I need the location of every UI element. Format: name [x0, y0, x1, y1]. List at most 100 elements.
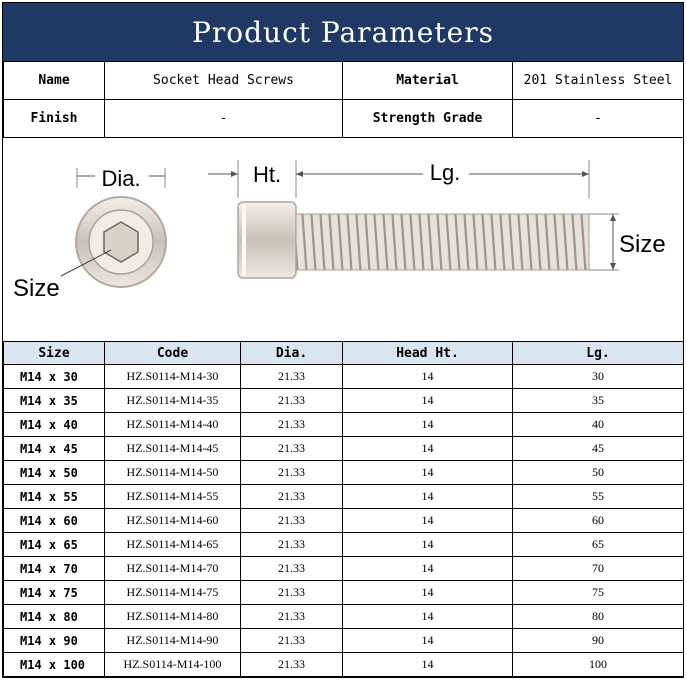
table-row: M14 x 90 HZ.S0114-M14-90 21.33 14 90 [3, 628, 684, 653]
size-cell: M14 x 70 [3, 556, 105, 581]
head-ht-cell: 14 [342, 556, 513, 581]
head-ht-cell: 14 [342, 460, 513, 485]
size-cell: M14 x 80 [3, 604, 105, 629]
head-ht-cell: 14 [342, 484, 513, 509]
lg-cell: 45 [512, 436, 684, 461]
head-ht-cell: 14 [342, 436, 513, 461]
table-row: M14 x 100 HZ.S0114-M14-100 21.33 14 100 [3, 652, 684, 677]
code-cell: HZ.S0114-M14-30 [104, 364, 241, 389]
dia-label: Dia. [101, 166, 140, 191]
lg-cell: 100 [512, 652, 684, 677]
dia-cell: 21.33 [240, 532, 343, 557]
size-cell: M14 x 35 [3, 388, 105, 413]
threaded-shank [295, 213, 590, 271]
code-cell: HZ.S0114-M14-75 [104, 580, 241, 605]
info-table: Name Socket Head Screws Material 201 Sta… [3, 61, 684, 138]
info-row-1: Name Socket Head Screws Material 201 Sta… [3, 61, 684, 100]
head-ht-cell: 14 [342, 532, 513, 557]
size-cell: M14 x 60 [3, 508, 105, 533]
header-head-ht: Head Ht. [342, 341, 513, 365]
lg-cell: 50 [512, 460, 684, 485]
screw-side-view: Ht. Lg. Size [208, 160, 666, 279]
dia-cell: 21.33 [240, 412, 343, 437]
dia-cell: 21.33 [240, 436, 343, 461]
dia-cell: 21.33 [240, 628, 343, 653]
head-ht-cell: 14 [342, 364, 513, 389]
dia-cell: 21.33 [240, 484, 343, 509]
size-cell: M14 x 75 [3, 580, 105, 605]
head-ht-cell: 14 [342, 388, 513, 413]
screw-drawing: Dia. Size Ht. Lg. Size [13, 160, 666, 302]
strength-grade-label: Strength Grade [342, 99, 513, 138]
head-ht-cell: 14 [342, 412, 513, 437]
size-cell: M14 x 55 [3, 484, 105, 509]
lg-label: Lg. [430, 160, 461, 185]
head-ht-cell: 14 [342, 508, 513, 533]
name-label: Name [3, 61, 105, 100]
dia-cell: 21.33 [240, 580, 343, 605]
material-value: 201 Stainless Steel [512, 61, 684, 100]
page-title: Product Parameters [3, 3, 683, 61]
code-cell: HZ.S0114-M14-70 [104, 556, 241, 581]
dia-cell: 21.33 [240, 604, 343, 629]
table-row: M14 x 30 HZ.S0114-M14-30 21.33 14 30 [3, 364, 684, 389]
code-cell: HZ.S0114-M14-80 [104, 604, 241, 629]
lg-cell: 90 [512, 628, 684, 653]
lg-cell: 30 [512, 364, 684, 389]
head-ht-cell: 14 [342, 628, 513, 653]
head-end-view: Dia. Size [13, 166, 167, 302]
lg-cell: 80 [512, 604, 684, 629]
table-body: M14 x 30 HZ.S0114-M14-30 21.33 14 30 M14 x 35… [3, 364, 684, 677]
table-row: M14 x 40 HZ.S0114-M14-40 21.33 14 40 [3, 412, 684, 437]
size-cell: M14 x 45 [3, 436, 105, 461]
code-cell: HZ.S0114-M14-55 [104, 484, 241, 509]
table-row: M14 x 75 HZ.S0114-M14-75 21.33 14 75 [3, 580, 684, 605]
size-cell: M14 x 50 [3, 460, 105, 485]
table-header-row: Size Code Dia. Head Ht. Lg. [3, 341, 684, 365]
lg-cell: 35 [512, 388, 684, 413]
code-cell: HZ.S0114-M14-90 [104, 628, 241, 653]
head-ht-cell: 14 [342, 604, 513, 629]
screw-head [237, 201, 297, 279]
header-lg: Lg. [512, 341, 684, 365]
product-parameters-sheet: Product Parameters Name Socket Head Scre… [2, 2, 684, 678]
header-dia: Dia. [240, 341, 343, 365]
table-row: M14 x 60 HZ.S0114-M14-60 21.33 14 60 [3, 508, 684, 533]
material-label: Material [342, 61, 513, 100]
dia-cell: 21.33 [240, 460, 343, 485]
table-row: M14 x 70 HZ.S0114-M14-70 21.33 14 70 [3, 556, 684, 581]
dia-cell: 21.33 [240, 652, 343, 677]
size-label-right: Size [619, 231, 666, 258]
lg-cell: 60 [512, 508, 684, 533]
code-cell: HZ.S0114-M14-35 [104, 388, 241, 413]
dia-cell: 21.33 [240, 556, 343, 581]
name-value: Socket Head Screws [104, 61, 343, 100]
info-row-2: Finish - Strength Grade - [3, 99, 684, 138]
head-ht-cell: 14 [342, 652, 513, 677]
table-row: M14 x 55 HZ.S0114-M14-55 21.33 14 55 [3, 484, 684, 509]
size-cell: M14 x 100 [3, 652, 105, 677]
size-label-left: Size [13, 275, 60, 302]
strength-grade-value: - [512, 99, 684, 138]
code-cell: HZ.S0114-M14-40 [104, 412, 241, 437]
size-cell: M14 x 30 [3, 364, 105, 389]
finish-value: - [104, 99, 343, 138]
lg-cell: 70 [512, 556, 684, 581]
header-code: Code [104, 341, 241, 365]
table-row: M14 x 80 HZ.S0114-M14-80 21.33 14 80 [3, 604, 684, 629]
header-size: Size [3, 341, 105, 365]
code-cell: HZ.S0114-M14-100 [104, 652, 241, 677]
table-row: M14 x 50 HZ.S0114-M14-50 21.33 14 50 [3, 460, 684, 485]
lg-cell: 40 [512, 412, 684, 437]
finish-label: Finish [3, 99, 105, 138]
code-cell: HZ.S0114-M14-60 [104, 508, 241, 533]
lg-cell: 55 [512, 484, 684, 509]
code-cell: HZ.S0114-M14-50 [104, 460, 241, 485]
head-ht-cell: 14 [342, 580, 513, 605]
screw-diagram: Dia. Size Ht. Lg. Size [3, 137, 683, 342]
size-cell: M14 x 40 [3, 412, 105, 437]
ht-label: Ht. [253, 162, 281, 187]
code-cell: HZ.S0114-M14-45 [104, 436, 241, 461]
lg-cell: 65 [512, 532, 684, 557]
table-row: M14 x 45 HZ.S0114-M14-45 21.33 14 45 [3, 436, 684, 461]
